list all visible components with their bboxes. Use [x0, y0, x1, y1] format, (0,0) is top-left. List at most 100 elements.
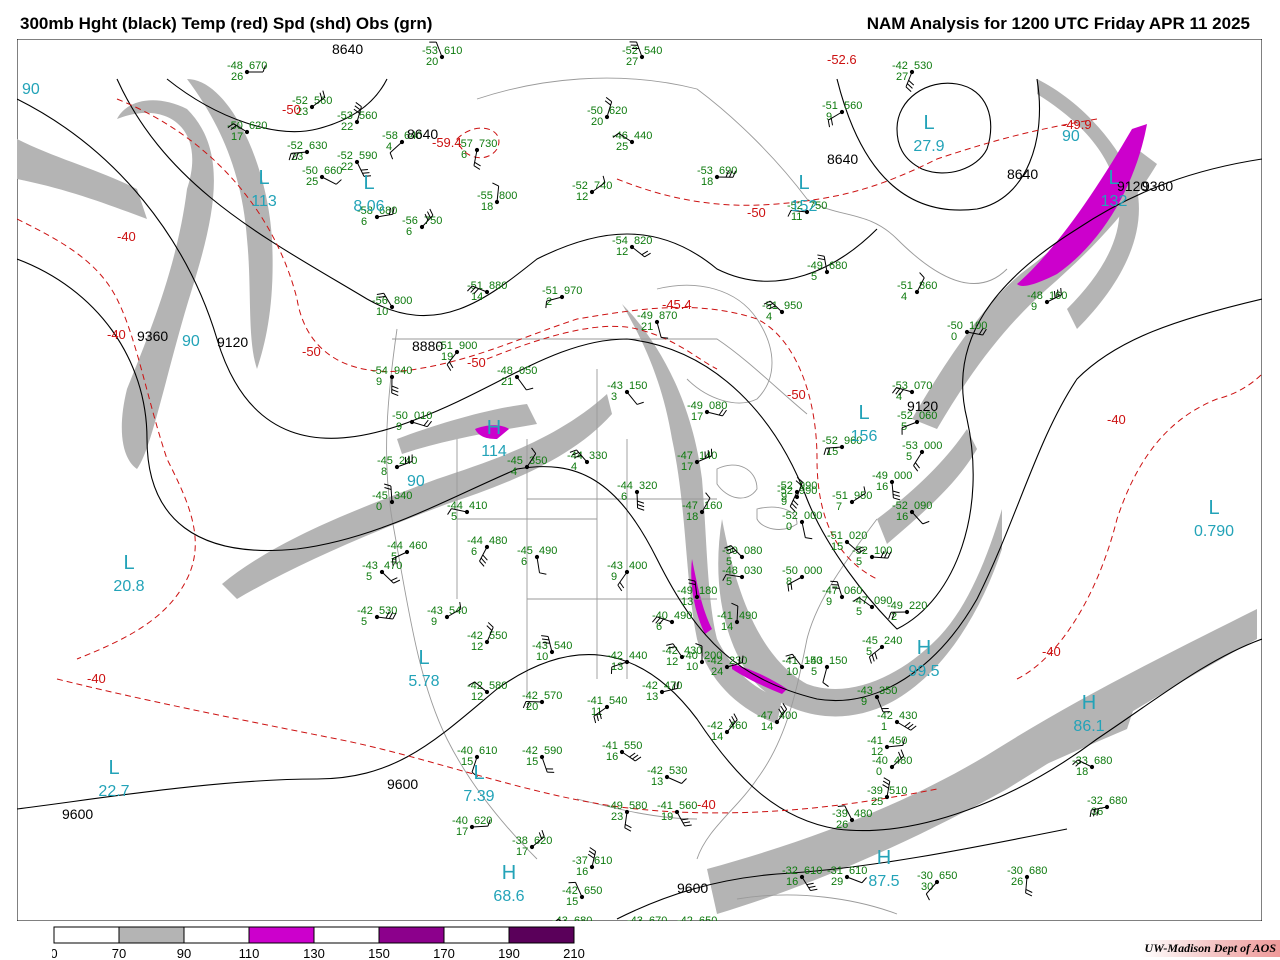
station-height: 610 [444, 45, 462, 57]
center-letter: L [923, 112, 934, 134]
station-height: 970 [564, 285, 582, 297]
height-contour-label: 8640 [1007, 166, 1038, 182]
station-height: 570 [544, 690, 562, 702]
station-height: 100 [969, 320, 987, 332]
station-height: 680 [1029, 865, 1047, 877]
station-height: 350 [529, 455, 547, 467]
station-height: 240 [884, 635, 902, 647]
station-height: 540 [554, 640, 572, 652]
station-height: 000 [924, 440, 942, 452]
temperature-contour-label: -50 [747, 205, 766, 220]
station-dewpoint-depression: 4 [766, 311, 772, 323]
station-dewpoint-depression: 12 [666, 656, 678, 668]
station-height: 610 [849, 865, 867, 877]
station-dewpoint-depression: 12 [471, 641, 483, 653]
station-dewpoint-depression: 25 [871, 796, 883, 808]
station-dewpoint-depression: 7 [836, 501, 842, 513]
height-contour-label: 8640 [827, 151, 858, 167]
station-height: 160 [704, 500, 722, 512]
center-letter: H [502, 862, 516, 884]
center-value: 86.1 [1073, 718, 1104, 735]
station-height: 560 [679, 800, 697, 812]
barb-flag [741, 655, 744, 663]
station-dewpoint-depression: 4 [571, 461, 577, 473]
height-contour-label: 8640 [332, 41, 363, 57]
temperature-contour-label: -40 [117, 229, 136, 244]
station-height: 220 [909, 600, 927, 612]
station-dewpoint-depression: 5 [906, 451, 912, 463]
station-dewpoint-depression: 6 [621, 491, 627, 503]
station-height: 800 [499, 190, 517, 202]
station-dewpoint-depression: 5 [366, 571, 372, 583]
station-height: 650 [584, 885, 602, 897]
station-height: 490 [739, 610, 757, 622]
colorbar-segment [53, 926, 120, 944]
station-height: 900 [459, 340, 477, 352]
station-dewpoint-depression: 17 [456, 826, 468, 838]
station-height: 430 [899, 710, 917, 722]
station-dewpoint-depression: 6 [521, 556, 527, 568]
barb-shaft [525, 700, 543, 703]
map-title: 300mb Hght (black) Temp (red) Spd (shd) … [20, 14, 433, 33]
center-value: 27.9 [913, 138, 944, 155]
center-value: 114 [481, 443, 507, 460]
colorbar-segment [248, 926, 315, 944]
station-dewpoint-depression: 0 [786, 521, 792, 533]
center-letter: L [108, 757, 119, 779]
station-height: 490 [674, 610, 692, 622]
station-dewpoint-depression: 18 [701, 176, 713, 188]
barb-flag [392, 558, 394, 566]
station-height: 000 [804, 510, 822, 522]
station-height: 940 [394, 365, 412, 377]
station-dewpoint-depression: 23 [611, 811, 623, 823]
station-dewpoint-depression: 18 [686, 511, 698, 523]
station-dewpoint-depression: 4 [511, 466, 517, 478]
station-dewpoint-depression: 30 [921, 881, 933, 893]
station-height: 330 [589, 450, 607, 462]
station-height: 530 [669, 765, 687, 777]
height-contour-label: 9360 [1142, 178, 1173, 194]
station-dewpoint-depression: 5 [856, 606, 862, 618]
station-height: 030 [744, 565, 762, 577]
barb-flag [661, 336, 669, 339]
colorbar-tick-label: 110 [239, 946, 260, 960]
station-height: 010 [414, 410, 432, 422]
station-height: 080 [709, 400, 727, 412]
center-value: 22.7 [98, 783, 129, 800]
station-height: 080 [744, 545, 762, 557]
height-contour-label: 9600 [387, 776, 418, 792]
station-dewpoint-depression: 18 [1076, 766, 1088, 778]
station-height: 320 [639, 480, 657, 492]
station-height: 740 [594, 180, 612, 192]
station-dewpoint-depression: 20 [426, 56, 438, 68]
station-height: 880 [489, 280, 507, 292]
station-dewpoint-depression: 13 [646, 691, 658, 703]
station-height: 590 [544, 745, 562, 757]
center-letter: H [1082, 692, 1096, 714]
station-dewpoint-depression: 5 [361, 616, 367, 628]
colorbar-tick-label: 150 [368, 946, 390, 960]
station-dewpoint-depression: 29 [831, 876, 843, 888]
barb-flag [360, 168, 368, 171]
station-dewpoint-depression: 26 [836, 819, 848, 831]
station-dewpoint-depression: 9 [431, 616, 437, 628]
temperature-contour-label: -50 [302, 344, 321, 359]
station-dewpoint-depression: 16 [606, 751, 618, 763]
station-dewpoint-depression: 10 [376, 306, 388, 318]
station-height: 150 [804, 655, 822, 667]
temperature-contour-label: -40 [107, 327, 126, 342]
station-dewpoint-depression: 17 [231, 131, 243, 143]
station-height: 610 [804, 865, 822, 877]
center-letter: L [798, 172, 809, 194]
station-height: 460 [409, 540, 427, 552]
barb-flag [738, 656, 741, 664]
station-height: 440 [629, 650, 647, 662]
station-dewpoint-depression: 6 [471, 546, 477, 558]
barb-flag [395, 557, 397, 565]
station-dewpoint-depression: 24 [711, 666, 723, 678]
station-dewpoint-depression: 16 [876, 481, 888, 493]
station-height: 540 [609, 695, 627, 707]
station-height: 680 [574, 915, 592, 921]
station-height: 650 [939, 870, 957, 882]
station-dewpoint-depression: 13 [681, 596, 693, 608]
